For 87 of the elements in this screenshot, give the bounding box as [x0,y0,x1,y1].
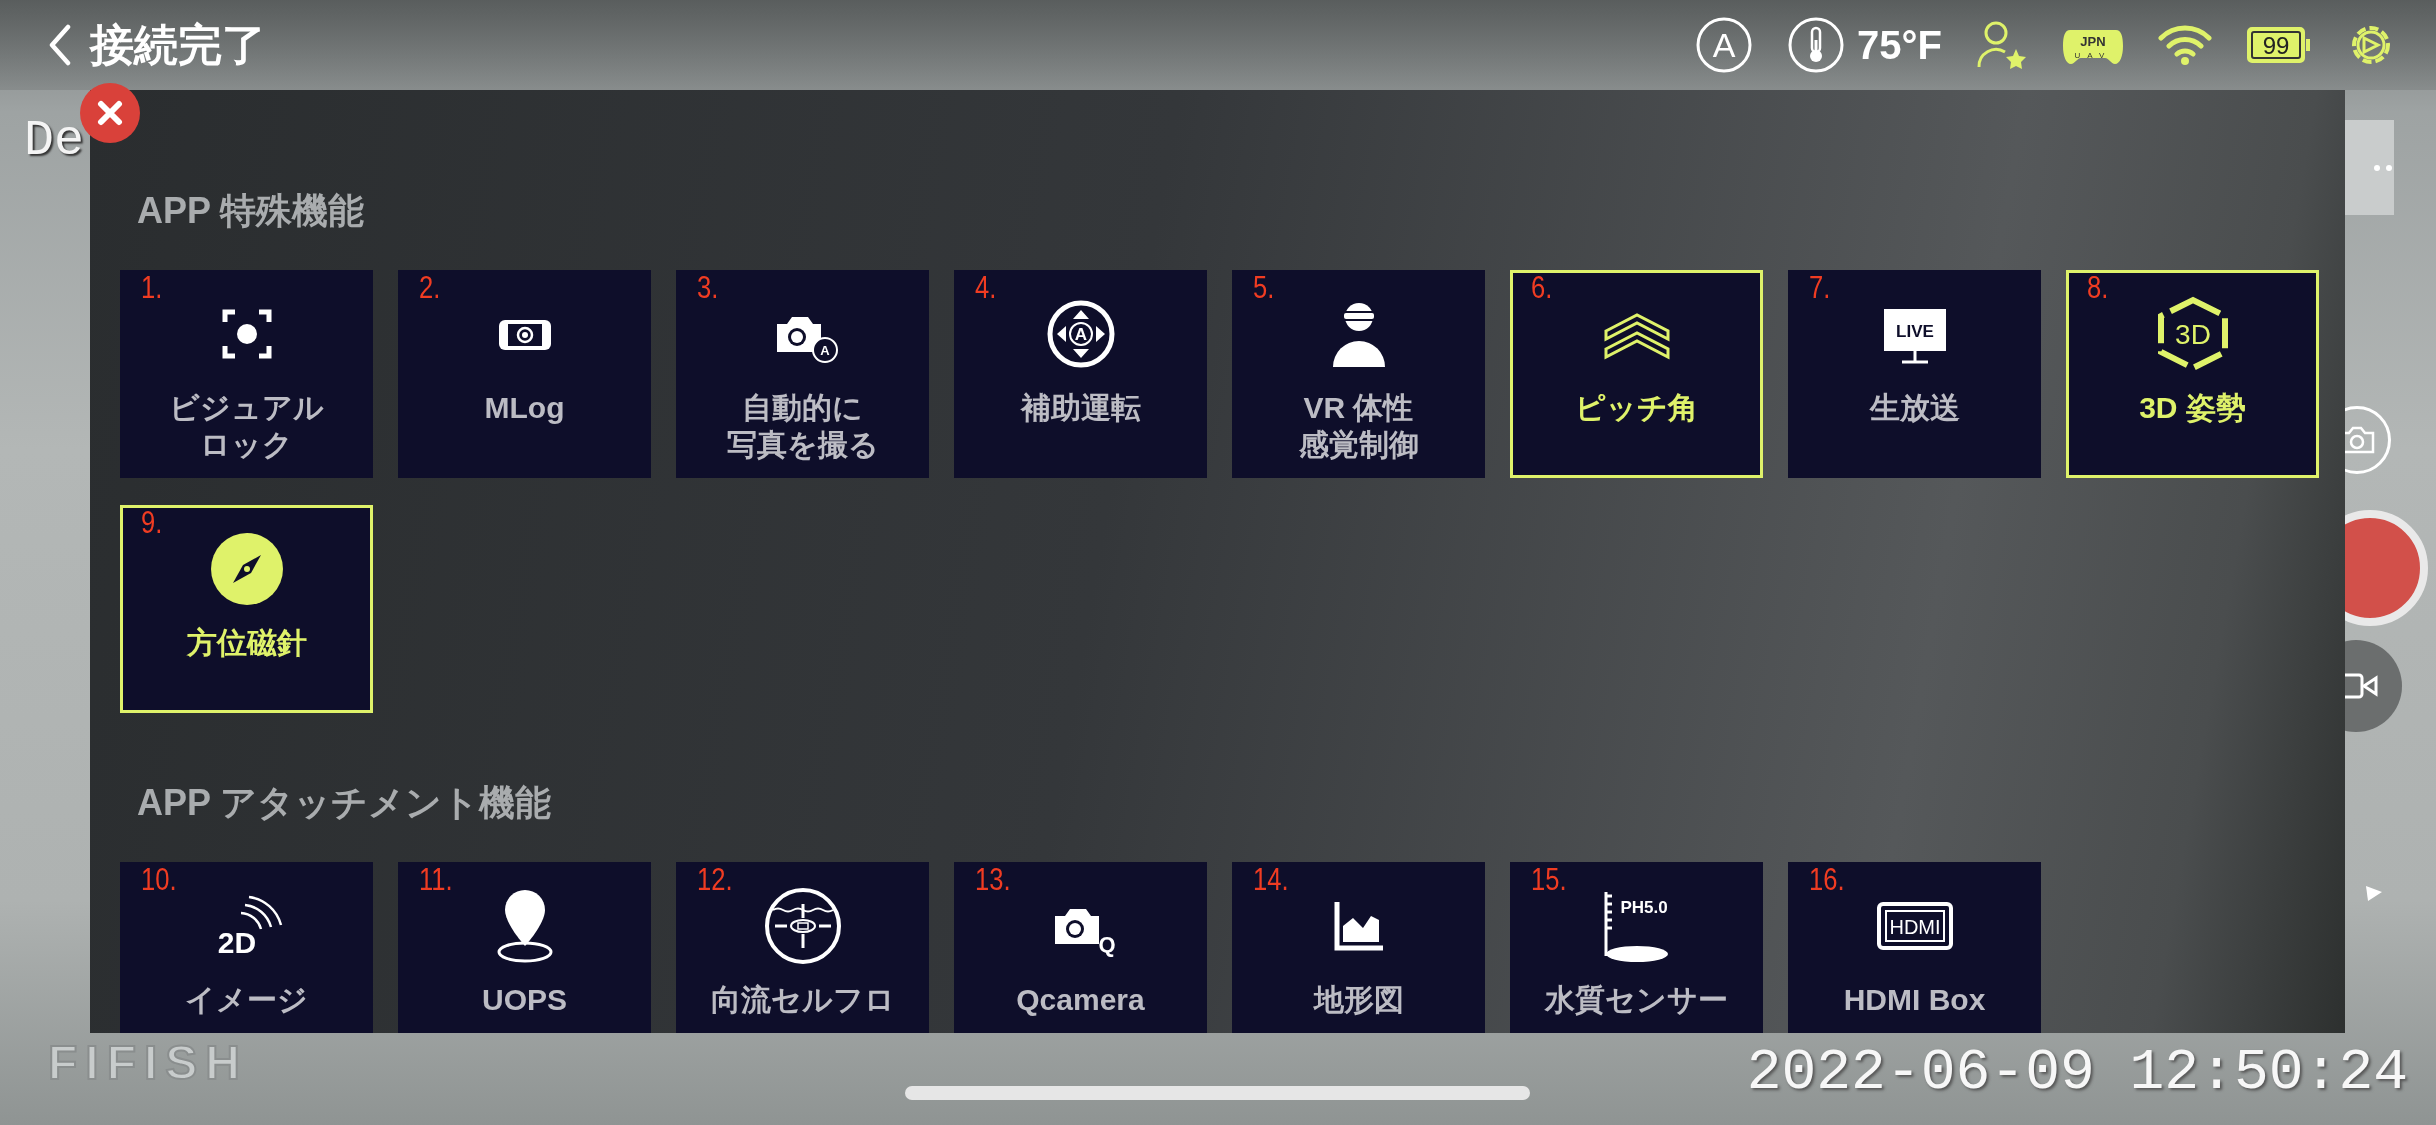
icon-text: 2D [217,926,256,959]
compass-icon [210,533,283,605]
thermometer-icon [1787,16,1846,74]
section-title: APP アタッチメント機能 [136,781,552,825]
tile-label: 自動的に 写真を撮る [726,390,879,463]
feature-tile[interactable]: 4. A 補助運転 [954,270,1207,478]
feature-tile[interactable]: 5. VR 体性 感覚制御 [1232,270,1485,478]
feature-tile[interactable]: 16. HDMI HDMI Box [1788,862,2041,1033]
tile-label: 補助運転 [1020,390,1141,426]
tile-label: HDMI Box [1843,982,1986,1018]
wifi-icon [2158,24,2212,66]
vr-headset-person-icon [1332,303,1385,367]
ruler-gauge-icon [1604,890,1668,962]
back-icon[interactable] [48,24,72,66]
signal-arcs-icon [239,895,282,931]
tile-number: 9. [141,504,163,541]
feature-tile[interactable]: 3. A 自動的に 写真を撮る [676,270,929,478]
overlay-text: De [24,112,84,169]
feature-tile[interactable]: 11. UOPS [398,862,651,1033]
screen-title: 接続完了 [90,18,266,71]
section-title: APP 特殊機能 [136,189,365,233]
tile-label: 水質センサー [1545,982,1728,1018]
tile-label: VR 体性 感覚制御 [1298,390,1419,463]
tile-label: UOPS [482,982,567,1018]
location-pin-icon [497,890,552,963]
chevrons-up-icon [1604,313,1669,360]
tile-number: 10. [141,861,177,898]
tile-label: 生放送 [1869,390,1960,426]
camera-icon [1054,909,1099,944]
feature-tile[interactable]: 6. ピッチ角 [1510,270,1763,478]
phone-icon [498,320,551,350]
tile-number: 4. [975,269,997,306]
tile-label: 地形図 [1313,982,1404,1018]
tile-number: 12. [697,861,733,898]
battery-indicator: 99 [2246,26,2312,64]
direction-pad-icon [1047,300,1114,368]
tile-number: 13. [975,861,1011,898]
feature-tile[interactable]: 9. 方位磁針 [120,505,373,713]
feature-tile[interactable]: 13. Q Qcamera [954,862,1207,1033]
tile-number: 16. [1809,861,1845,898]
hdmi-port-icon [1876,902,1953,950]
tile-label: 向流セルフロ [710,982,895,1018]
feature-tile[interactable]: 8. 3D 3D 姿勢 [2066,270,2319,478]
tile-label: ピッチ角 [1575,390,1698,426]
underwater-drone-icon [764,888,841,964]
area-chart-icon [1334,902,1383,951]
feature-tile[interactable]: 12. 向流セルフロ [676,862,929,1033]
tile-number: 7. [1809,269,1831,306]
icon-text: PH5.0 [1619,898,1668,917]
feature-tile[interactable]: 2. MLog [398,270,651,478]
feature-tile[interactable]: 1. ビジュアル ロック [120,270,373,478]
icon-text: 3D [2174,319,2211,350]
temperature-reading: 75°F [1857,22,1942,68]
feature-tile[interactable]: 14. 地形図 [1232,862,1485,1033]
tile-number: 6. [1531,269,1553,306]
feature-tile[interactable]: 15. PH5.0 水質センサー [1510,862,1763,1033]
icon-text: A [819,343,830,358]
icon-text: LIVE [1895,322,1934,341]
tile-number: 14. [1253,861,1289,898]
tile-number: 8. [2087,269,2109,306]
monitor-icon [1883,309,1946,364]
tile-number: 2. [419,269,441,306]
icon-text: A [1074,325,1087,344]
focus-icon [222,309,271,359]
tile-number: 1. [141,269,163,306]
tile-label: Qcamera [1016,982,1145,1018]
triangle-icon [2364,884,2384,902]
timestamp: 2022-06-09 12:50:24 [1746,1040,2408,1105]
user-star-icon[interactable] [1976,19,2028,71]
tile-number: 5. [1253,269,1275,306]
tile-number: 11. [419,861,453,898]
tile-label: イメージ [185,982,308,1018]
tile-label: MLog [484,390,565,426]
feature-tile[interactable]: 10. 2D イメージ [120,862,373,1033]
tile-label: ビジュアル ロック [169,390,324,463]
icon-text: Q [1097,932,1116,957]
mode-indicator: A [1695,16,1754,74]
close-icon [97,100,123,126]
camera-icon [776,317,838,363]
tile-number: 15. [1531,861,1567,898]
tile-number: 3. [697,269,719,306]
dots-icon [2374,163,2394,172]
feature-tile[interactable]: 7. LIVE 生放送 [1788,270,2041,478]
hexagon-icon [2157,296,2228,372]
icon-text: HDMI [1888,916,1941,938]
tile-label: 3D 姿勢 [2139,390,2246,426]
tile-label: 方位磁針 [186,625,307,661]
